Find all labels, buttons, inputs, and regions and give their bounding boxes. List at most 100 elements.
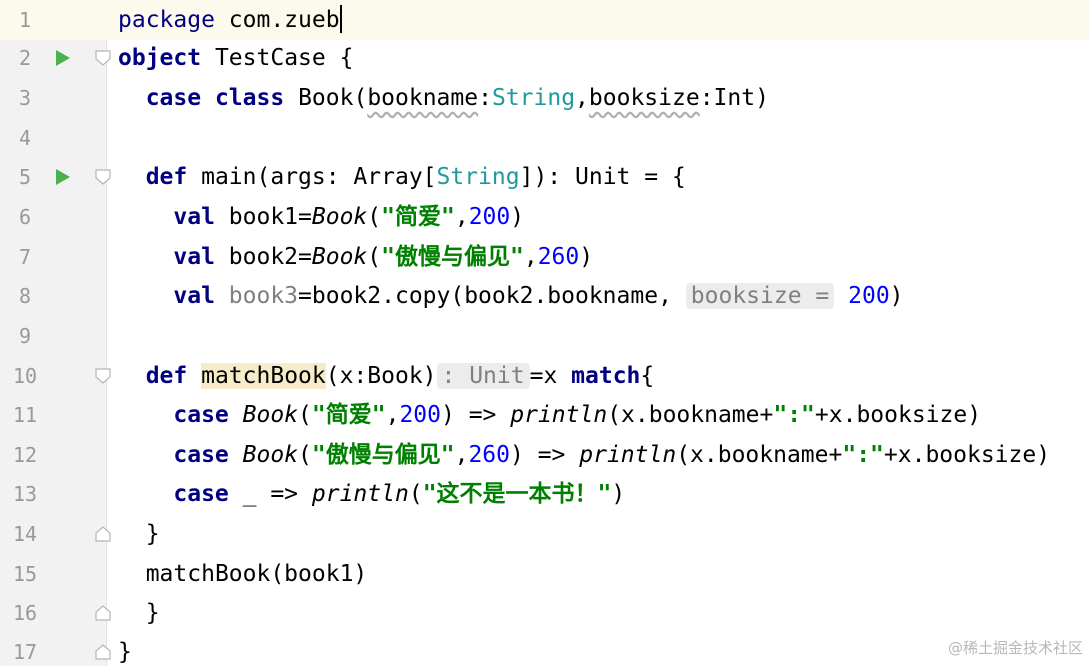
line-number: 8 [18,284,32,308]
keyword: package [118,7,215,33]
class-name: Book( [298,85,368,111]
punctuation: ( [298,442,312,468]
code-line[interactable]: case _ => println("这不是一本书！") [106,474,1089,514]
keyword: def [145,363,188,389]
package-name: com.zueb [228,7,340,33]
keyword: val [173,244,215,270]
number-literal: 260 [537,244,580,270]
keyword: case [173,402,229,428]
closing-brace: } [145,600,160,626]
code-area[interactable]: package com.zueb object TestCase { case … [106,0,1089,666]
gutter-line: 12 [0,435,106,475]
constructor: Book [242,402,299,428]
signature: main(args: Array[ [201,164,437,190]
line-number: 6 [18,205,32,229]
punctuation: , [575,85,589,111]
gutter-line: 17 [0,632,111,672]
line-number: 2 [18,46,32,70]
object-name: TestCase { [214,45,354,71]
code-line[interactable]: package com.zueb [106,0,1089,40]
punctuation: ) [889,283,904,309]
keyword: case [145,85,202,111]
string-literal: "这不是一本书！" [422,481,612,507]
type-name: String [436,164,520,190]
code-line[interactable]: } [106,593,1089,633]
variable: book2= [228,244,312,270]
gutter-line: 8 [0,276,106,316]
line-number: 1 [18,8,32,32]
line-number: 9 [18,324,32,348]
gutter-line: 6 [0,197,106,237]
number-literal: 200 [848,283,890,309]
line-number: 10 [12,364,38,388]
variable: book1= [228,204,312,230]
function-call: println [579,442,677,468]
code-editor[interactable]: 1 2 3 4 5 6 7 8 9 10 11 12 13 14 15 16 1… [0,0,1089,666]
gutter-line: 10 [0,356,111,396]
line-number: 16 [12,601,38,625]
punctuation: ) [579,244,594,270]
expression: (x.bookname+ [676,442,843,468]
expression: +x.booksize) [883,442,1051,468]
function-call: println [311,481,409,507]
type-name: String [491,85,576,111]
punctuation: , [454,204,469,230]
code-line[interactable]: val book3=book2.copy(book2.bookname, boo… [106,276,1089,316]
gutter-line: 14 [0,514,111,554]
number-literal: 200 [399,402,441,428]
line-number: 17 [12,640,38,664]
code-line[interactable]: val book1=Book("简爱",200) [106,197,1089,237]
function-name: matchBook [201,363,326,389]
string-literal: ":" [773,402,815,428]
keyword: class [214,85,285,111]
line-number: 3 [18,86,32,110]
punctuation: ( [298,402,312,428]
string-literal: "简爱" [311,402,386,428]
expression: +x.booksize) [814,402,982,428]
gutter-line: 7 [0,237,106,277]
type-name: Int [713,85,756,111]
parameter-hint: booksize = [685,283,835,309]
arrow: ) => [510,442,566,468]
wildcard-pattern: _ => [242,481,299,507]
gutter-line: 5 [0,157,111,197]
line-number: 7 [18,245,32,269]
gutter-line: 16 [0,593,111,633]
text-caret [339,4,342,33]
punctuation: , [523,244,538,270]
number-literal: 260 [468,442,510,468]
constructor: Book [311,204,368,230]
punctuation: , [454,442,469,468]
code-line[interactable]: case Book("傲慢与偏见",260) => println(x.book… [106,435,1089,475]
punctuation: ( [408,481,423,507]
watermark: @稀土掘金技术社区 [947,639,1083,657]
closing-brace: } [118,639,132,665]
expression: =book2.copy(book2.bookname, [298,283,672,309]
run-icon[interactable] [55,49,71,67]
gutter-line: 2 [0,38,111,78]
code-line[interactable]: def matchBook(x:Book): Unit =x match{ [106,356,1089,396]
code-line[interactable]: } [106,632,1089,672]
expression: =x [529,363,558,389]
punctuation: ( [367,204,382,230]
code-line[interactable]: def main(args: Array[String]): Unit = { [106,157,1089,197]
param-name: booksize [588,85,700,111]
string-literal: "傲慢与偏见" [381,244,524,270]
code-line[interactable]: } [106,514,1089,554]
keyword: val [173,283,215,309]
punctuation: : [699,85,714,111]
code-line[interactable]: object TestCase { [106,38,1089,78]
keyword: match [571,363,641,389]
punctuation: { [640,363,655,389]
code-line[interactable]: case Book("简爱",200) => println(x.booknam… [106,395,1089,435]
run-icon[interactable] [55,168,71,186]
punctuation: ) [755,85,769,111]
gutter-line: 4 [0,118,106,158]
line-number: 5 [18,165,32,189]
line-number: 13 [12,482,38,506]
code-line[interactable]: val book2=Book("傲慢与偏见",260) [106,237,1089,277]
function-call: matchBook(book1) [145,561,368,587]
code-line[interactable]: matchBook(book1) [106,554,1089,594]
line-number: 14 [12,522,38,546]
code-line[interactable]: case class Book(bookname:String,booksize… [106,78,1089,118]
